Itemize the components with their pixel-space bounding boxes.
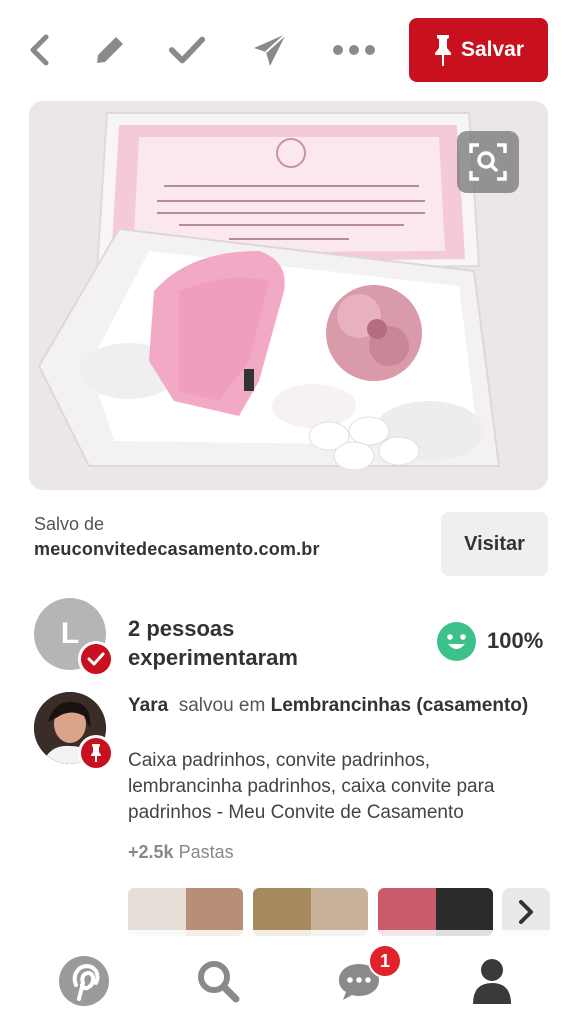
board-thumbnails (128, 888, 493, 936)
pencil-icon (97, 37, 123, 63)
boards-count-line: +2.5k Pastas (128, 842, 234, 863)
board-thumbnail[interactable] (253, 888, 368, 936)
bottom-nav (0, 930, 577, 1024)
top-toolbar: Salvar (0, 0, 577, 100)
nav-search[interactable] (191, 954, 245, 1008)
person-icon (473, 959, 511, 1004)
boards-count: +2.5k (128, 842, 174, 862)
checkmark-icon (168, 36, 206, 64)
checkmark-icon (87, 652, 105, 666)
tried-badge (78, 641, 114, 677)
edit-button[interactable] (90, 30, 130, 70)
save-button[interactable]: Salvar (409, 18, 548, 82)
tried-button[interactable] (167, 30, 207, 70)
source-info: Salvo de meuconvitedecasamento.com.br (34, 512, 424, 562)
visual-search-icon (469, 143, 507, 181)
save-badge (78, 735, 114, 771)
search-icon (198, 961, 240, 1003)
nav-home[interactable] (57, 954, 111, 1008)
activity-saved-in: salvou em (178, 695, 266, 716)
send-button[interactable] (250, 30, 290, 70)
source-label: Salvo de (34, 514, 105, 534)
save-label: Salvar (460, 38, 525, 61)
pin-description: Caixa padrinhos, convite padrinhos, lemb… (128, 750, 495, 823)
thumbnails-next-button[interactable] (502, 888, 550, 936)
nav-profile[interactable] (465, 954, 519, 1008)
tried-text[interactable]: 2 pessoas experimentaram (128, 614, 388, 672)
visit-button[interactable]: Visitar (441, 512, 548, 576)
smile-icon (437, 622, 476, 661)
source-url[interactable]: meuconvitedecasamento.com.br (34, 536, 424, 562)
boards-label: Pastas (178, 842, 234, 862)
activity-user[interactable]: Yara (128, 695, 168, 716)
pushpin-icon (434, 35, 451, 66)
pinterest-logo-icon (59, 956, 109, 1006)
pin-image[interactable] (29, 101, 548, 490)
board-thumbnail[interactable] (378, 888, 493, 936)
chevron-right-icon (519, 900, 533, 924)
more-button[interactable] (332, 30, 376, 70)
board-thumbnail[interactable] (128, 888, 243, 936)
more-dots-icon (333, 45, 375, 55)
notification-badge: 1 (368, 944, 402, 978)
pushpin-icon (91, 744, 101, 762)
rating-percent: 100% (487, 628, 544, 653)
activity-line: Yara salvou em Lembrancinhas (casamento) (128, 693, 548, 719)
chevron-left-icon (30, 34, 49, 66)
activity-board[interactable]: Lembrancinhas (casamento) (271, 695, 529, 716)
back-button[interactable] (20, 30, 60, 70)
paper-plane-icon (254, 33, 287, 66)
visual-search-button[interactable] (457, 131, 519, 193)
